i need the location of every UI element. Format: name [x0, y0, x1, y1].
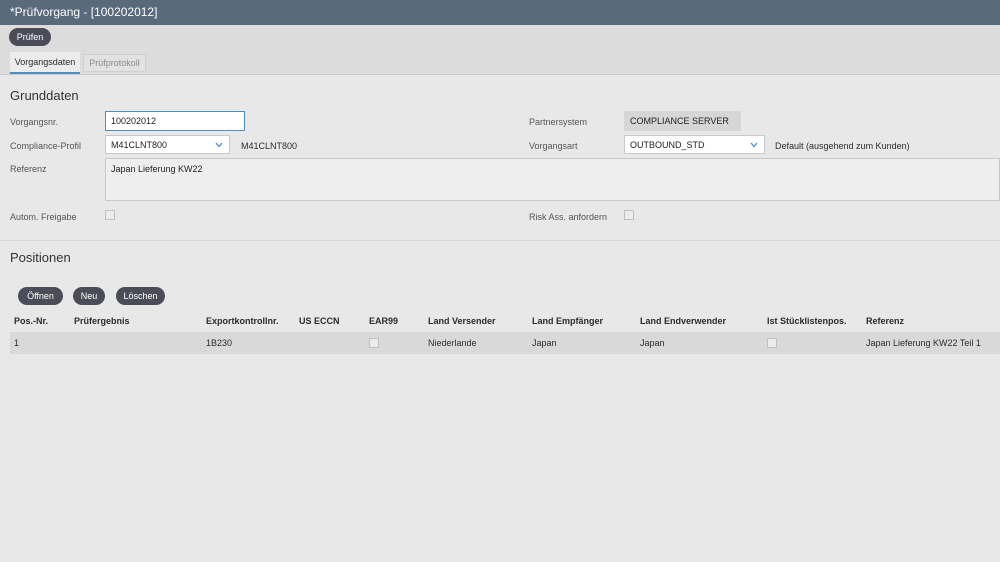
risk-ass-label: Risk Ass. anfordern	[529, 212, 608, 222]
autom-freigabe-checkbox[interactable]	[105, 210, 115, 220]
window-title: *Prüfvorgang - [100202012]	[0, 0, 1000, 25]
referenz-label: Referenz	[10, 164, 47, 174]
vorgangsart-value: OUTBOUND_STD	[630, 140, 705, 150]
column-header-pruefergebnis[interactable]: Prüfergebnis	[74, 316, 130, 326]
cell-pos-nr: 1	[14, 338, 20, 348]
pruefen-button[interactable]: Prüfen	[9, 28, 51, 46]
referenz-textarea[interactable]: Japan Lieferung KW22	[105, 158, 1000, 201]
section-divider	[0, 240, 1000, 241]
partnersystem-field: COMPLIANCE SERVER	[624, 111, 741, 131]
column-header-referenz[interactable]: Referenz	[866, 316, 904, 326]
cell-exportkontrollnr: 1B230	[206, 338, 233, 348]
tab-vorgangsdaten[interactable]: Vorgangsdaten	[10, 52, 80, 74]
compliance-profil-value: M41CLNT800	[111, 140, 168, 150]
column-header-us-eccn[interactable]: US ECCN	[299, 316, 340, 326]
toolbar: Prüfen	[0, 25, 1000, 48]
cell-land-versender: Niederlande	[428, 338, 477, 348]
ear99-checkbox[interactable]	[369, 338, 379, 348]
vorgangsart-select[interactable]: OUTBOUND_STD	[624, 135, 765, 154]
positionen-title: Positionen	[10, 250, 71, 265]
vorgangsart-label: Vorgangsart	[529, 141, 578, 151]
column-header-pos-nr[interactable]: Pos.-Nr.	[14, 316, 48, 326]
column-header-exportkontrollnr[interactable]: Exportkontrollnr.	[206, 316, 279, 326]
compliance-profil-select[interactable]: M41CLNT800	[105, 135, 230, 154]
column-header-ear99[interactable]: EAR99	[369, 316, 398, 326]
tab-bar: Vorgangsdaten Prüfprotokoll	[0, 48, 1000, 75]
tab-pruefprotokoll[interactable]: Prüfprotokoll	[83, 54, 146, 72]
loeschen-button[interactable]: Löschen	[116, 287, 165, 305]
column-header-ist-stuecklistenpos[interactable]: Ist Stücklistenpos.	[767, 316, 847, 326]
vorgangsnr-input[interactable]: 100202012	[105, 111, 245, 131]
cell-land-empfaenger: Japan	[532, 338, 557, 348]
vorgangsnr-label: Vorgangsnr.	[10, 117, 59, 127]
cell-referenz: Japan Lieferung KW22 Teil 1	[866, 338, 981, 348]
vorgangsart-description: Default (ausgehend zum Kunden)	[775, 141, 910, 151]
compliance-profil-description: M41CLNT800	[241, 141, 298, 151]
autom-freigabe-label: Autom. Freigabe	[10, 212, 77, 222]
cell-land-endverwender: Japan	[640, 338, 665, 348]
oeffnen-button[interactable]: Öffnen	[18, 287, 63, 305]
risk-ass-checkbox[interactable]	[624, 210, 634, 220]
compliance-profil-label: Compliance-Profil	[10, 141, 82, 151]
column-header-land-empfaenger[interactable]: Land Empfänger	[532, 316, 603, 326]
chevron-down-icon	[750, 142, 758, 148]
chevron-down-icon	[215, 142, 223, 148]
column-header-land-endverwender[interactable]: Land Endverwender	[640, 316, 726, 326]
table-row[interactable]: 1 1B230 Niederlande Japan Japan Japan Li…	[10, 332, 1000, 354]
partnersystem-label: Partnersystem	[529, 117, 588, 127]
grunddaten-title: Grunddaten	[10, 88, 79, 103]
ist-stuecklistenpos-checkbox[interactable]	[767, 338, 777, 348]
neu-button[interactable]: Neu	[73, 287, 105, 305]
column-header-land-versender[interactable]: Land Versender	[428, 316, 496, 326]
